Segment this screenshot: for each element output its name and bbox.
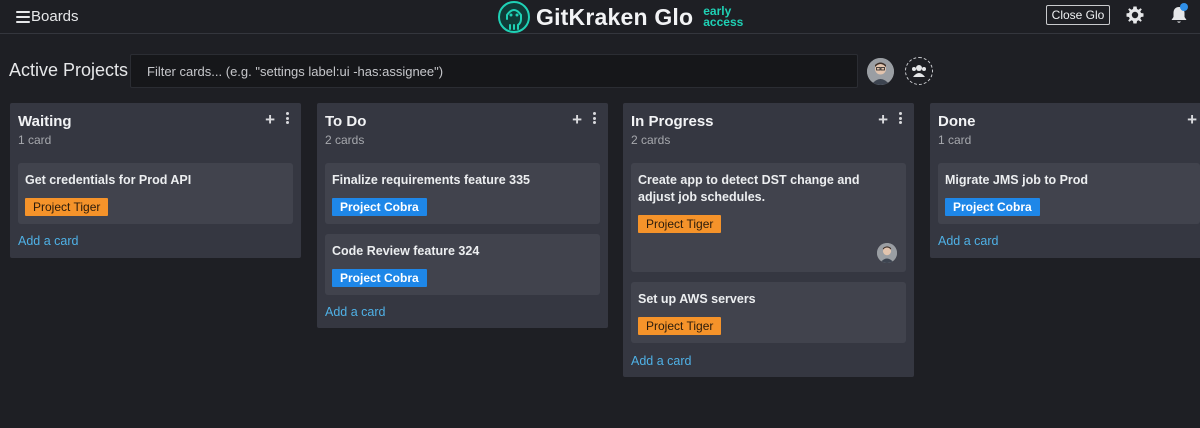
card[interactable]: Migrate JMS job to Prod Project Cobra [938,163,1200,224]
assignee-avatar[interactable] [877,243,897,263]
column-done: Done 1 card + Migrate JMS job to Prod Pr… [930,103,1200,258]
close-glo-button[interactable]: Close Glo [1046,5,1110,25]
column-card-count: 2 cards [631,133,671,147]
early-access-line2: access [703,15,744,29]
add-card-plus-icon[interactable]: + [572,110,582,130]
user-avatar-icon [877,243,897,263]
column-card-count: 2 cards [325,133,365,147]
card-label: Project Cobra [332,269,427,287]
board-title: Active Projects [9,60,129,80]
card-title: Create app to detect DST change and adju… [638,173,860,204]
column-to-do: To Do 2 cards + Finalize requirements fe… [317,103,608,328]
gitkraken-logo-icon [498,1,530,33]
boards-menu-button[interactable]: Boards [16,6,79,28]
column-title: Done [938,113,976,130]
column-card-count: 1 card [18,133,52,147]
more-options-icon[interactable] [285,112,289,124]
column-card-count: 1 card [938,133,972,147]
column-waiting: Waiting 1 card + Get credentials for Pro… [10,103,301,258]
more-options-icon[interactable] [592,112,596,124]
card[interactable]: Get credentials for Prod API Project Tig… [18,163,293,224]
card[interactable]: Code Review feature 324 Project Cobra [325,234,600,295]
top-bar: Boards GitKraken Glo early access Close … [0,0,1200,34]
add-a-card-link[interactable]: Add a card [631,354,691,368]
card-title: Set up AWS servers [638,292,756,306]
filter-cards-input[interactable] [130,54,858,88]
card-label: Project Cobra [332,198,427,216]
brand: GitKraken Glo early access [498,0,743,34]
column-title: Waiting [18,113,72,130]
card[interactable]: Create app to detect DST change and adju… [631,163,906,272]
card-title: Migrate JMS job to Prod [945,173,1089,187]
card-label: Project Cobra [945,198,1040,216]
column-title: In Progress [631,113,714,130]
early-access-badge: early access [703,5,744,29]
card-label: Project Tiger [638,215,722,233]
add-card-plus-icon[interactable]: + [265,110,275,130]
gear-icon[interactable] [1125,5,1145,25]
add-card-plus-icon[interactable]: + [878,110,888,130]
column-title: To Do [325,113,367,130]
card-label: Project Tiger [638,317,722,335]
add-member-button[interactable] [905,57,933,85]
add-a-card-link[interactable]: Add a card [18,234,78,248]
boards-label: Boards [31,8,79,25]
more-options-icon[interactable] [898,112,902,124]
notification-dot [1180,3,1188,11]
card-title: Get credentials for Prod API [25,173,192,187]
add-a-card-link[interactable]: Add a card [325,305,385,319]
user-avatar-icon [867,58,894,85]
column-in-progress: In Progress 2 cards + Create app to dete… [623,103,914,377]
card-label: Project Tiger [25,198,109,216]
card[interactable]: Finalize requirements feature 335 Projec… [325,163,600,224]
add-user-icon [912,65,926,77]
add-card-plus-icon[interactable]: + [1187,110,1197,130]
brand-name: GitKraken Glo [536,3,694,30]
card-title: Code Review feature 324 [332,244,480,258]
add-a-card-link[interactable]: Add a card [938,234,998,248]
card-title: Finalize requirements feature 335 [332,173,530,187]
card[interactable]: Set up AWS servers Project Tiger [631,282,906,343]
board-member-avatar[interactable] [867,58,894,85]
